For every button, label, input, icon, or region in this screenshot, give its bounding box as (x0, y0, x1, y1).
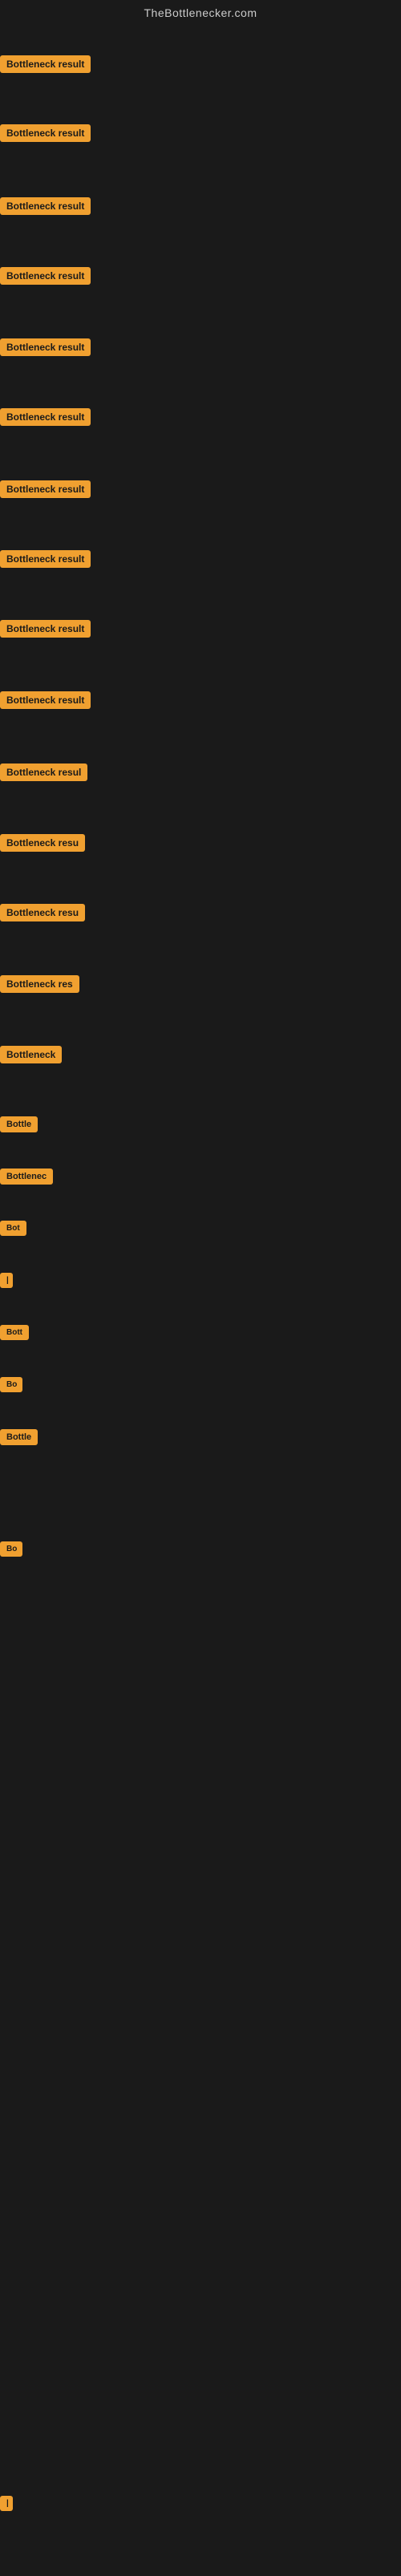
result-row-7: Bottleneck result (0, 480, 91, 502)
result-row-20: Bott (0, 1325, 29, 1344)
bottleneck-badge-9[interactable]: Bottleneck result (0, 620, 91, 638)
result-row-10: Bottleneck result (0, 691, 91, 713)
bottleneck-badge-11[interactable]: Bottleneck resul (0, 763, 87, 781)
bottleneck-badge-21[interactable]: Bo (0, 1377, 22, 1392)
result-row-17: Bottlenec (0, 1169, 53, 1189)
bottleneck-badge-15[interactable]: Bottleneck (0, 1046, 62, 1063)
result-row-19: | (0, 1273, 13, 1292)
bottleneck-badge-8[interactable]: Bottleneck result (0, 550, 91, 568)
bottleneck-badge-17[interactable]: Bottlenec (0, 1169, 53, 1185)
bottleneck-badge-1[interactable]: Bottleneck result (0, 55, 91, 73)
bottleneck-badge-36[interactable]: | (0, 2496, 13, 2511)
result-row-18: Bot (0, 1221, 26, 1240)
result-row-13: Bottleneck resu (0, 904, 85, 925)
bottleneck-badge-22[interactable]: Bottle (0, 1429, 38, 1445)
site-title: TheBottlenecker.com (0, 0, 401, 26)
bottleneck-badge-13[interactable]: Bottleneck resu (0, 904, 85, 921)
bottleneck-badge-3[interactable]: Bottleneck result (0, 197, 91, 215)
result-row-2: Bottleneck result (0, 124, 91, 146)
bottleneck-badge-16[interactable]: Bottle (0, 1116, 38, 1132)
result-row-12: Bottleneck resu (0, 834, 85, 856)
result-row-1: Bottleneck result (0, 55, 91, 77)
bottleneck-badge-6[interactable]: Bottleneck result (0, 408, 91, 426)
result-row-16: Bottle (0, 1116, 38, 1136)
bottleneck-badge-14[interactable]: Bottleneck res (0, 975, 79, 993)
result-row-5: Bottleneck result (0, 338, 91, 360)
result-row-9: Bottleneck result (0, 620, 91, 642)
result-row-22: Bottle (0, 1429, 38, 1449)
result-row-21: Bo (0, 1377, 22, 1396)
result-row-6: Bottleneck result (0, 408, 91, 430)
result-row-4: Bottleneck result (0, 267, 91, 289)
bottleneck-badge-12[interactable]: Bottleneck resu (0, 834, 85, 852)
result-row-36: | (0, 2496, 13, 2515)
bottleneck-badge-4[interactable]: Bottleneck result (0, 267, 91, 285)
bottleneck-badge-7[interactable]: Bottleneck result (0, 480, 91, 498)
result-row-15: Bottleneck (0, 1046, 62, 1067)
result-row-3: Bottleneck result (0, 197, 91, 219)
result-row-24: Bo (0, 1541, 22, 1561)
bottleneck-badge-2[interactable]: Bottleneck result (0, 124, 91, 142)
result-row-14: Bottleneck res (0, 975, 79, 997)
bottleneck-badge-5[interactable]: Bottleneck result (0, 338, 91, 356)
result-row-8: Bottleneck result (0, 550, 91, 572)
bottleneck-badge-24[interactable]: Bo (0, 1541, 22, 1557)
result-row-11: Bottleneck resul (0, 763, 87, 785)
bottleneck-badge-19[interactable]: | (0, 1273, 13, 1288)
bottleneck-badge-20[interactable]: Bott (0, 1325, 29, 1340)
bottleneck-badge-10[interactable]: Bottleneck result (0, 691, 91, 709)
bottleneck-badge-18[interactable]: Bot (0, 1221, 26, 1236)
